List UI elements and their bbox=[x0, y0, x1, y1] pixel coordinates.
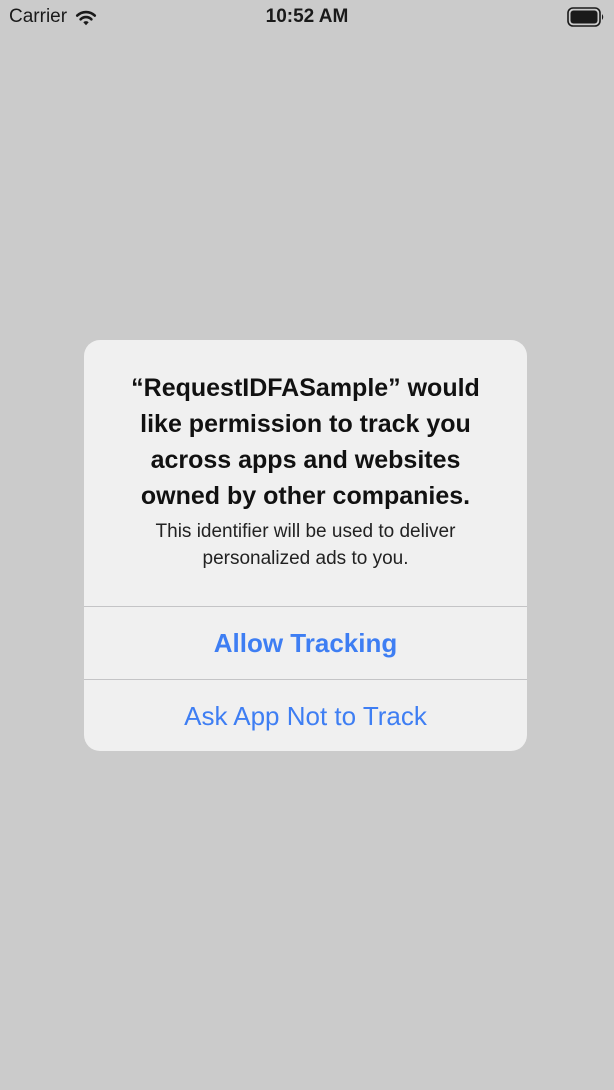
alert-message: This identifier will be used to deliver … bbox=[155, 521, 456, 569]
tracking-permission-alert: “RequestIDFASample” would like permissio… bbox=[84, 340, 527, 751]
status-time: 10:52 AM bbox=[265, 6, 349, 27]
ask-not-to-track-button[interactable]: Ask App Not to Track bbox=[84, 680, 527, 751]
battery-full-icon bbox=[567, 7, 604, 27]
alert-content: “RequestIDFASample” would like permissio… bbox=[84, 340, 527, 606]
allow-tracking-button[interactable]: Allow Tracking bbox=[84, 607, 527, 679]
alert-title: “RequestIDFASample” would like permissio… bbox=[131, 374, 480, 510]
status-bar: Carrier 10:52 AM bbox=[0, 0, 614, 36]
